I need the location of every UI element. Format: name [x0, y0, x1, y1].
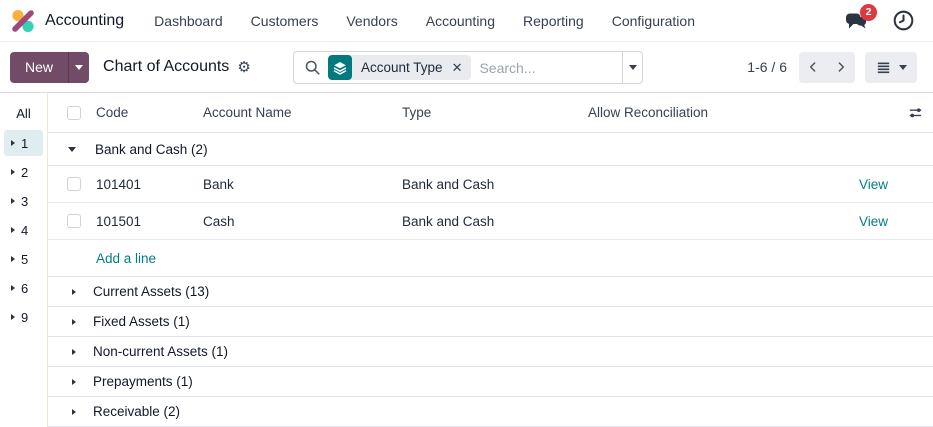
- search-options-toggle[interactable]: [622, 52, 642, 83]
- app-name[interactable]: Accounting: [45, 12, 124, 30]
- group-row-non-current-assets[interactable]: Non-current Assets (1): [48, 337, 933, 367]
- cell-code: 101401: [88, 177, 195, 192]
- filter-item-all[interactable]: All: [0, 102, 47, 126]
- table-row[interactable]: 101401 Bank Bank and Cash View: [48, 166, 933, 203]
- cell-type: Bank and Cash: [394, 177, 580, 192]
- group-row-bank-and-cash[interactable]: Bank and Cash (2): [48, 133, 933, 166]
- chevron-down-icon: [899, 65, 907, 70]
- expand-triangle-icon[interactable]: [72, 349, 76, 355]
- nav-item-customers[interactable]: Customers: [237, 13, 333, 29]
- nav-item-dashboard[interactable]: Dashboard: [140, 13, 237, 29]
- gear-icon[interactable]: ⚙: [237, 60, 250, 75]
- view-switcher-button[interactable]: [865, 52, 917, 83]
- cell-type: Bank and Cash: [394, 214, 580, 229]
- expand-triangle-icon[interactable]: [11, 169, 15, 175]
- pager-next-button[interactable]: [827, 52, 855, 83]
- account-group-filter-panel: All 1 2 3 4 5 6 9: [0, 93, 48, 427]
- expand-triangle-icon[interactable]: [11, 140, 15, 146]
- messages-count-badge: 2: [860, 4, 877, 21]
- filter-item-5[interactable]: 5: [4, 246, 43, 272]
- activities-clock-icon[interactable]: [892, 9, 915, 32]
- expand-triangle-icon[interactable]: [11, 285, 15, 291]
- row-checkbox[interactable]: [67, 214, 81, 228]
- view-link[interactable]: View: [859, 177, 888, 192]
- collapse-triangle-icon[interactable]: [68, 147, 76, 152]
- group-row-fixed-assets[interactable]: Fixed Assets (1): [48, 307, 933, 337]
- page-title: Chart of Accounts: [103, 58, 229, 76]
- chevron-left-icon: [805, 59, 821, 75]
- top-navbar: Accounting Dashboard Customers Vendors A…: [0, 0, 933, 42]
- expand-triangle-icon[interactable]: [11, 198, 15, 204]
- column-header-account-name[interactable]: Account Name: [195, 105, 394, 120]
- column-header-allow-reconciliation[interactable]: Allow Reconciliation: [580, 105, 832, 120]
- pager-range: 1-6 / 6: [747, 59, 787, 75]
- search-bar[interactable]: Account Type ✕: [293, 51, 643, 84]
- add-a-line-row: Add a line: [48, 240, 933, 277]
- new-button-dropdown[interactable]: [68, 52, 89, 83]
- group-label: Receivable (2): [93, 404, 180, 419]
- expand-triangle-icon[interactable]: [11, 227, 15, 233]
- chevron-down-icon: [629, 65, 637, 70]
- filter-item-2[interactable]: 2: [4, 159, 43, 185]
- add-a-line-link[interactable]: Add a line: [96, 251, 156, 266]
- group-by-layers-icon: [328, 55, 352, 80]
- nav-item-configuration[interactable]: Configuration: [598, 13, 709, 29]
- group-label: Non-current Assets (1): [93, 344, 228, 359]
- group-row-prepayments[interactable]: Prepayments (1): [48, 367, 933, 397]
- search-input[interactable]: [471, 60, 622, 76]
- accounts-list: Code Account Name Type Allow Reconciliat…: [48, 93, 933, 427]
- expand-triangle-icon[interactable]: [11, 256, 15, 262]
- expand-triangle-icon[interactable]: [72, 379, 76, 385]
- cell-code: 101501: [88, 214, 195, 229]
- filter-item-1[interactable]: 1: [4, 130, 43, 156]
- search-icon: [304, 59, 321, 76]
- cell-account-name: Bank: [195, 177, 394, 192]
- column-header-code[interactable]: Code: [88, 105, 195, 120]
- expand-triangle-icon[interactable]: [72, 409, 76, 415]
- facet-label: Account Type: [352, 60, 450, 75]
- nav-item-reporting[interactable]: Reporting: [509, 13, 598, 29]
- chevron-down-icon: [75, 65, 83, 70]
- group-label: Fixed Assets (1): [93, 314, 190, 329]
- column-header-type[interactable]: Type: [394, 105, 580, 120]
- group-label: Current Assets (13): [93, 284, 209, 299]
- search-facet-account-type: Account Type ✕: [328, 55, 471, 80]
- group-row-current-assets[interactable]: Current Assets (13): [48, 277, 933, 307]
- table-row[interactable]: 101501 Cash Bank and Cash View: [48, 203, 933, 240]
- table-header-row: Code Account Name Type Allow Reconciliat…: [48, 93, 933, 133]
- expand-triangle-icon[interactable]: [72, 289, 76, 295]
- nav-item-accounting[interactable]: Accounting: [412, 13, 509, 29]
- optional-columns-icon[interactable]: [907, 104, 924, 121]
- cell-account-name: Cash: [195, 214, 394, 229]
- pager-previous-button[interactable]: [799, 52, 827, 83]
- expand-triangle-icon[interactable]: [72, 319, 76, 325]
- view-link[interactable]: View: [859, 214, 888, 229]
- list-view-icon: [875, 59, 892, 76]
- row-checkbox[interactable]: [67, 177, 81, 191]
- chevron-right-icon: [833, 59, 849, 75]
- control-panel: New Chart of Accounts ⚙ Account Type ✕: [0, 42, 933, 93]
- accounting-app-icon[interactable]: [10, 8, 36, 34]
- facet-remove-icon[interactable]: ✕: [450, 61, 472, 74]
- expand-triangle-icon[interactable]: [11, 314, 15, 320]
- filter-item-4[interactable]: 4: [4, 217, 43, 243]
- group-label: Prepayments (1): [93, 374, 193, 389]
- select-all-checkbox[interactable]: [67, 106, 81, 120]
- filter-item-9[interactable]: 9: [4, 304, 43, 330]
- messages-button[interactable]: 2: [844, 9, 868, 33]
- new-button[interactable]: New: [10, 52, 68, 83]
- nav-item-vendors[interactable]: Vendors: [332, 13, 411, 29]
- group-label: Bank and Cash (2): [95, 142, 208, 157]
- filter-item-6[interactable]: 6: [4, 275, 43, 301]
- page-title-wrap: Chart of Accounts ⚙: [103, 58, 251, 76]
- filter-item-3[interactable]: 3: [4, 188, 43, 214]
- group-row-receivable[interactable]: Receivable (2): [48, 397, 933, 427]
